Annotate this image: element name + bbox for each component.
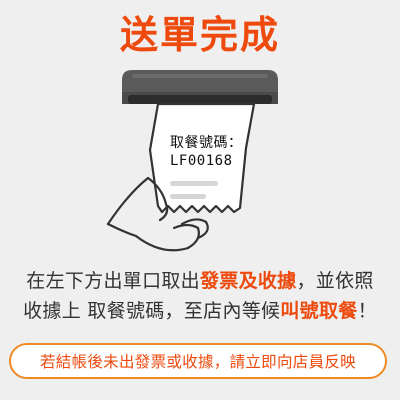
instructions-line-2: 收據上 取餐號碼，至店內等候叫號取餐！ [10, 296, 390, 326]
instruction-text-1a: 在左下方出單口取出 [26, 270, 200, 292]
instruction-text-2a: 收據上 取餐號碼，至店內等候 [23, 300, 281, 322]
invoice-receipt-highlight: 發票及收據 [199, 270, 297, 292]
instructions-text: 在左下方出單口取出發票及收據，並依照 收據上 取餐號碼，至店內等候叫號取餐！ [10, 266, 390, 326]
notice-text: 若結帳後未出發票或收據，請立即向店員反映 [39, 353, 356, 371]
instruction-text-1b: ，並依照 [296, 270, 374, 292]
receipt-label: 取餐號碼： [170, 135, 243, 151]
order-code: LF00168 [170, 153, 233, 169]
receipt-illustration [106, 70, 278, 252]
instruction-text-2b: ！ [357, 300, 377, 322]
call-number-highlight: 叫號取餐 [280, 300, 358, 322]
notice-banner: 若結帳後未出發票或收據，請立即向店員反映 [9, 343, 387, 379]
printer-slot-icon [122, 70, 278, 104]
instructions-line-1: 在左下方出單口取出發票及收據，並依照 [10, 266, 390, 296]
